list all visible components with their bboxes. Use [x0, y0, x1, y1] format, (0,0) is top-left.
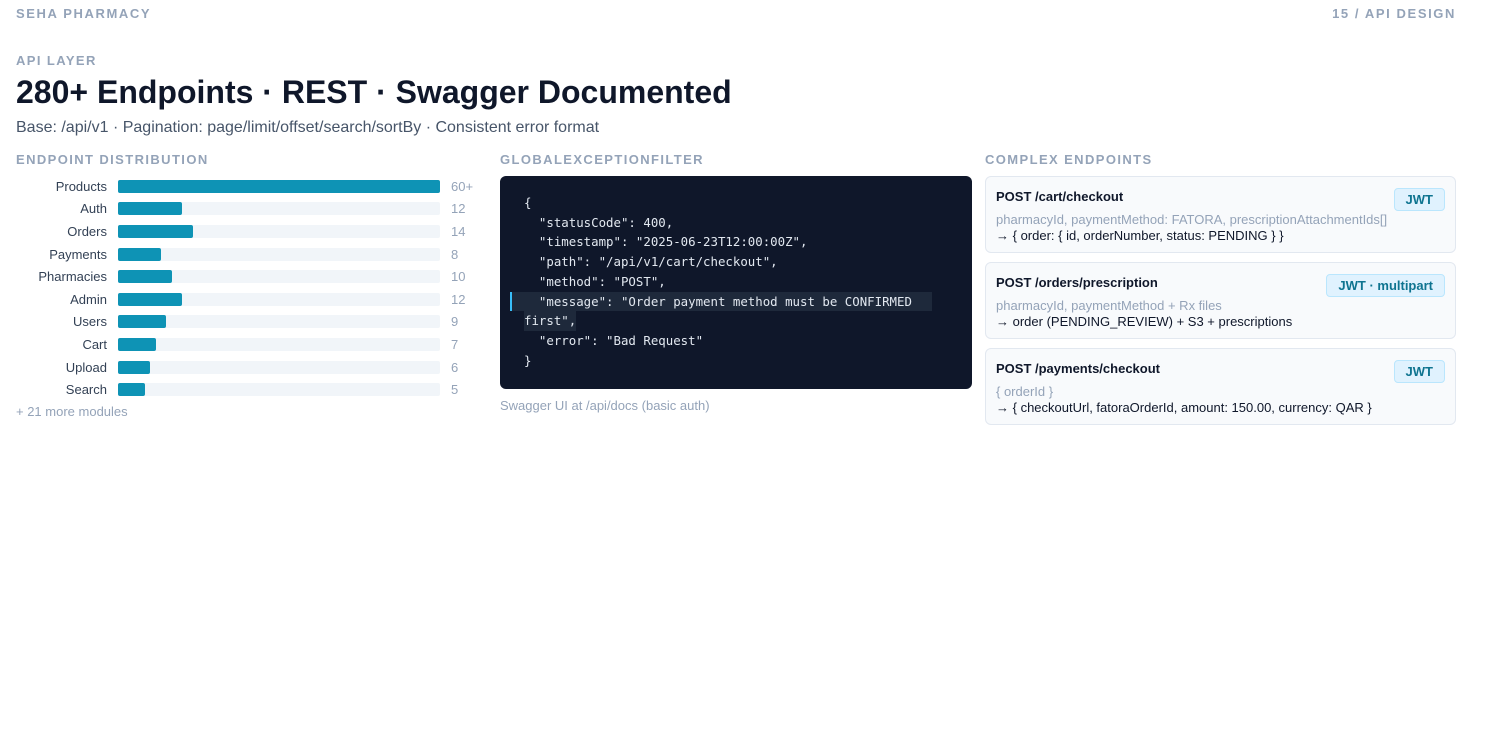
chart-row: Upload 6	[16, 356, 486, 379]
page-indicator: 15 / API DESIGN	[1332, 6, 1456, 21]
bar	[118, 292, 183, 306]
category-label: Pharmacies	[38, 269, 107, 285]
category-label: Search	[65, 382, 107, 398]
bar-track	[118, 337, 440, 351]
bar-track	[118, 360, 440, 374]
bar	[118, 202, 183, 216]
bar	[118, 179, 440, 193]
bar-track	[118, 224, 440, 238]
bar-track	[118, 270, 440, 284]
chart-row: Search 5	[16, 378, 486, 401]
chart-row: Cart 7	[16, 333, 486, 356]
endpoint-card: POST /payments/checkout JWT { orderId } …	[985, 348, 1456, 425]
code-line: "method": "POST",	[524, 273, 666, 289]
value-label: 8	[451, 246, 459, 262]
chart-row: Products 60+	[16, 175, 486, 198]
bar	[118, 337, 156, 351]
value-label: 5	[451, 382, 459, 398]
exception-filter-label: GLOBALEXCEPTIONFILTER	[500, 152, 704, 167]
page-title: 280+ Endpoints · REST · Swagger Document…	[16, 74, 732, 110]
endpoint-response: → { order: { id, orderNumber, status: PE…	[996, 228, 1284, 243]
code-line: }	[524, 352, 532, 368]
value-label: 10	[451, 269, 466, 285]
chart-row: Auth 12	[16, 198, 486, 221]
chart-row: Pharmacies 10	[16, 265, 486, 288]
code-line: "error": "Bad Request"	[524, 332, 704, 348]
bar	[118, 270, 172, 284]
value-label: 14	[451, 223, 466, 239]
code-line: "statusCode": 400,	[524, 214, 674, 230]
bar	[118, 315, 167, 329]
category-label: Orders	[67, 223, 107, 239]
code-line: "message": "Order payment method must be…	[510, 291, 932, 312]
endpoint-request: pharmacyId, paymentMethod: FATORA, presc…	[996, 212, 1388, 227]
bar-track	[118, 292, 440, 306]
value-label: 60+	[451, 178, 474, 194]
code-block: { "statusCode": 400, "timestamp": "2025-…	[500, 176, 972, 389]
value-label: 7	[451, 336, 459, 352]
category-label: Products	[55, 178, 107, 194]
endpoint-request: pharmacyId, paymentMethod + Rx files	[996, 298, 1222, 313]
bar	[118, 383, 145, 397]
endpoint-path: POST /payments/checkout	[996, 361, 1160, 376]
category-label: Upload	[65, 359, 107, 375]
complex-endpoints-panel: COMPLEX ENDPOINTS POST /cart/checkout JW…	[985, 152, 1456, 434]
auth-badge: JWT	[1393, 188, 1445, 211]
auth-badge: JWT	[1393, 360, 1445, 383]
category-label: Cart	[82, 336, 107, 352]
chart-row: Users 9	[16, 311, 486, 334]
endpoint-response: → { checkoutUrl, fatoraOrderId, amount: …	[996, 400, 1372, 415]
bar-track	[118, 247, 440, 261]
code-line: {	[524, 195, 532, 210]
bar-track	[118, 202, 440, 216]
endpoint-request: { orderId }	[996, 384, 1054, 399]
swagger-caption: Swagger UI at /api/docs (basic auth)	[500, 398, 710, 413]
top-bar: SEHA PHARMACY 15 / API DESIGN	[16, 6, 1456, 21]
complex-endpoints-label: COMPLEX ENDPOINTS	[985, 152, 1153, 167]
auth-badge: JWT · multipart	[1326, 274, 1445, 297]
error-json-code: { "statusCode": 400, "timestamp": "2025-…	[500, 193, 972, 370]
code-line: "path": "/api/v1/cart/checkout",	[524, 254, 778, 270]
bar	[118, 224, 194, 238]
code-line: "timestamp": "2025-06-23T12:00:00Z",	[524, 234, 808, 250]
value-label: 9	[451, 314, 459, 330]
category-label: Payments	[49, 246, 107, 262]
brand-label: SEHA PHARMACY	[16, 6, 152, 21]
category-label: Users	[73, 314, 107, 330]
code-line: first",	[524, 311, 577, 331]
bar	[118, 360, 151, 374]
endpoint-distribution-chart: Products 60+ Auth 12 Orders 14 Payments 8 Pharma…	[16, 175, 486, 401]
endpoint-distribution-panel: ENDPOINT DISTRIBUTION Products 60+ Auth 12 O…	[16, 152, 486, 419]
endpoint-card: POST /orders/prescription JWT · multipar…	[985, 262, 1456, 339]
chart-row: Admin 12	[16, 288, 486, 311]
endpoint-card: POST /cart/checkout JWT pharmacyId, paym…	[985, 176, 1456, 253]
chart-row: Payments 8	[16, 243, 486, 266]
bar-track	[118, 179, 440, 193]
category-label: Auth	[80, 201, 107, 217]
endpoint-response: → order (PENDING_REVIEW) + S3 + prescrip…	[996, 314, 1293, 329]
distribution-label: ENDPOINT DISTRIBUTION	[16, 152, 209, 167]
category-label: Admin	[70, 291, 107, 307]
page-subtitle: Base: /api/v1 · Pagination: page/limit/o…	[16, 119, 600, 136]
value-label: 12	[451, 291, 466, 307]
value-label: 6	[451, 359, 459, 375]
section-eyebrow: API LAYER	[16, 53, 97, 68]
bar	[118, 247, 161, 261]
bar-track	[118, 315, 440, 329]
value-label: 12	[451, 201, 466, 217]
bar-track	[118, 383, 440, 397]
exception-filter-panel: GLOBALEXCEPTIONFILTER { "statusCode": 40…	[500, 152, 972, 413]
endpoint-path: POST /cart/checkout	[996, 189, 1124, 204]
more-modules-note: + 21 more modules	[16, 403, 128, 419]
chart-row: Orders 14	[16, 220, 486, 243]
